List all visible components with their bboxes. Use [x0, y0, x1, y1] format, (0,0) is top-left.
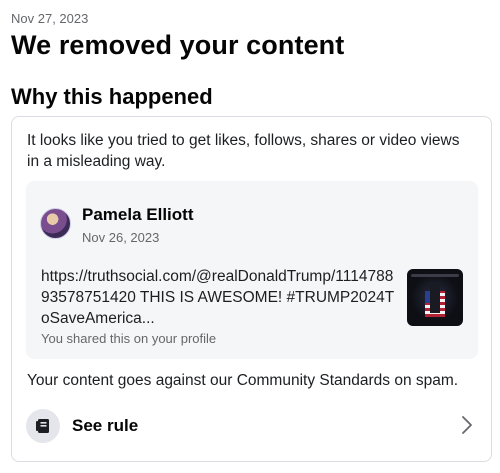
see-rule-label[interactable]: See rule: [72, 416, 138, 436]
standards-text: Your content goes against our Community …: [27, 372, 459, 389]
post-share-note: You shared this on your profile: [41, 331, 217, 346]
see-rule-button[interactable]: See rule: [26, 405, 478, 445]
rulebook-icon: [36, 419, 49, 433]
figure-silhouette: [430, 283, 440, 313]
thumbnail-top-bar: [411, 274, 459, 277]
notice-date: Nov 27, 2023: [11, 11, 89, 26]
page-title: We removed your content: [11, 30, 345, 60]
reason-text: It looks like you tried to get likes, fo…: [27, 132, 460, 170]
reason-card: It looks like you tried to get likes, fo…: [11, 116, 492, 462]
post-author[interactable]: Pamela Elliott: [82, 205, 193, 225]
section-heading: Why this happened: [11, 84, 213, 109]
chevron-right-icon[interactable]: [460, 415, 474, 435]
post-date: Nov 26, 2023: [82, 230, 160, 245]
avatar[interactable]: [40, 208, 71, 239]
post-thumbnail[interactable]: [407, 269, 463, 326]
post-text: https://truthsocial.com/@realDonaldTrump…: [41, 268, 395, 327]
rule-icon-circle: [26, 409, 60, 443]
removed-post[interactable]: Pamela Elliott Nov 26, 2023 https://trut…: [26, 181, 478, 359]
